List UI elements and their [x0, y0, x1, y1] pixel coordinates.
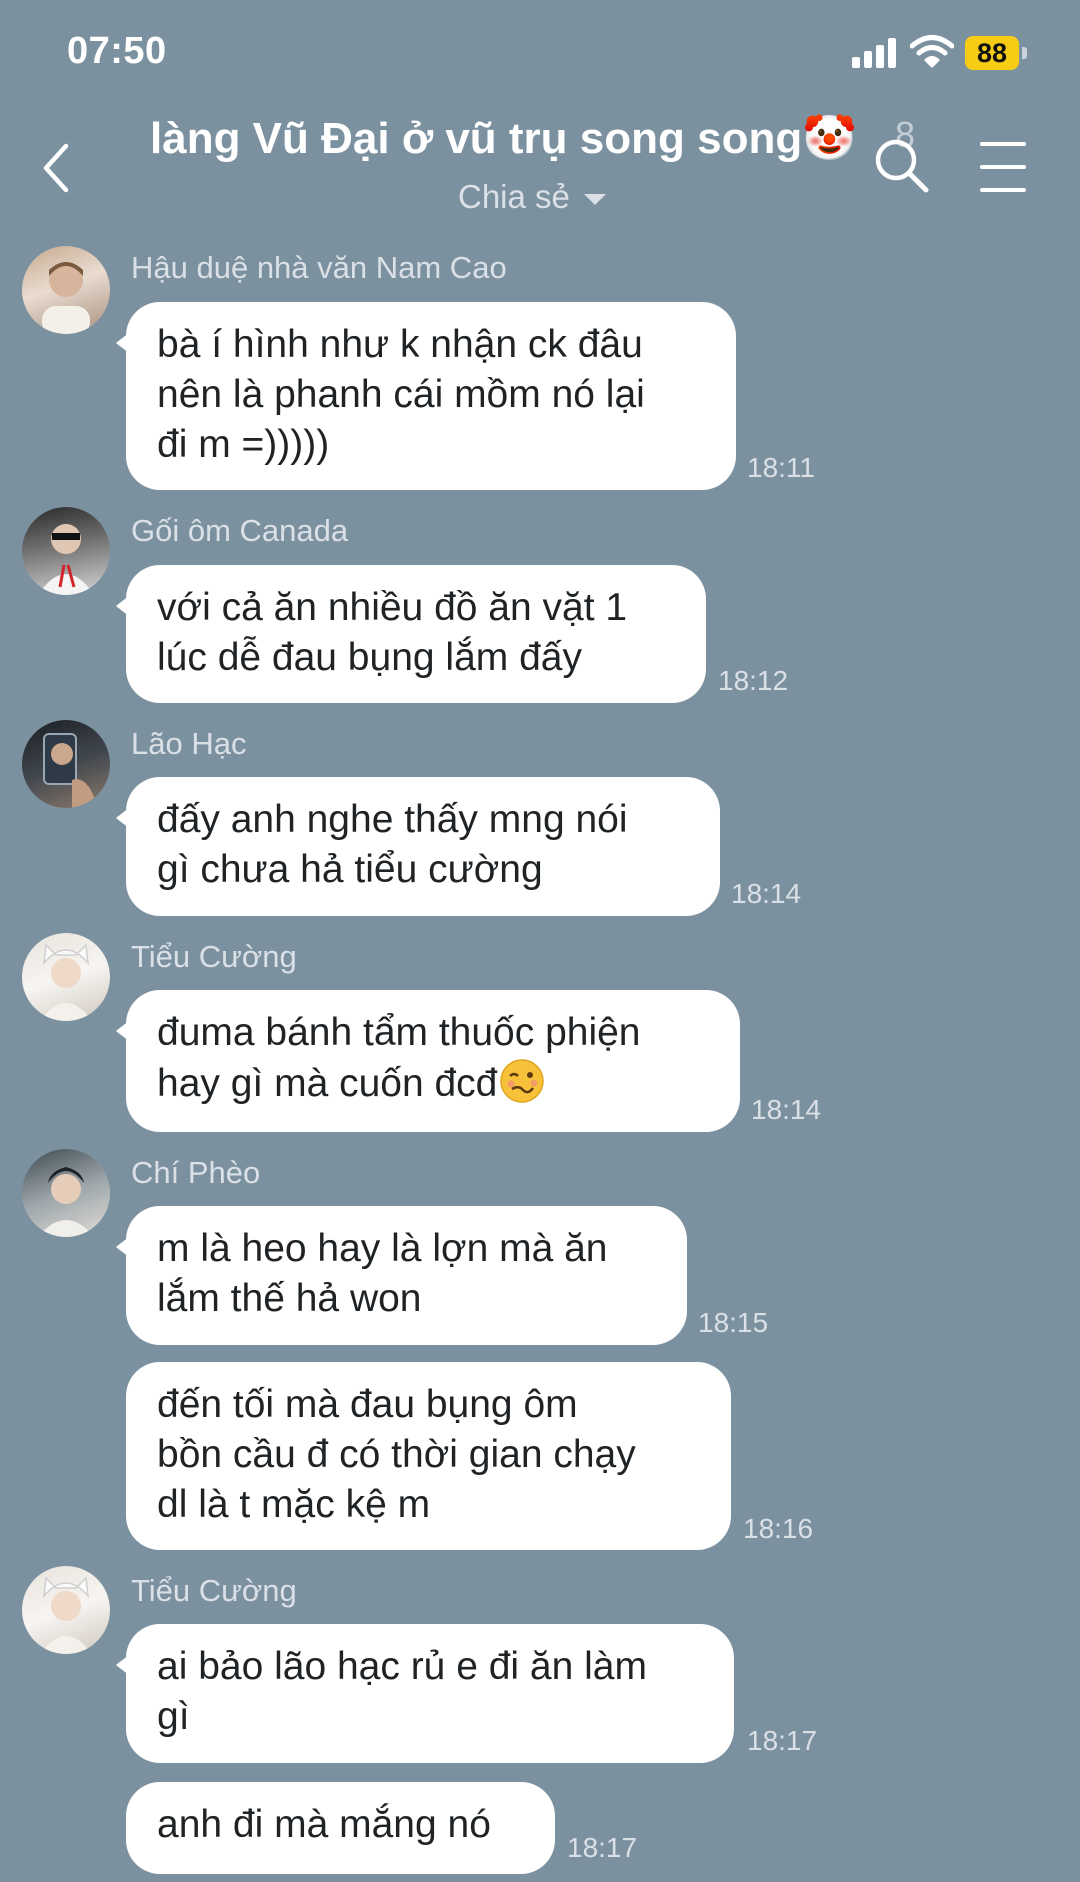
avatar[interactable] [22, 720, 110, 808]
sender-name: Tiểu Cường [131, 939, 297, 974]
message-bubble[interactable]: anh đi mà mắng nó [126, 1782, 555, 1874]
message-time: 18:17 [747, 1725, 818, 1756]
message-bubble[interactable]: với cả ăn nhiều đồ ăn vặt 1 lúc dễ đau b… [116, 565, 706, 703]
message-text: với cả ăn nhiều đồ ăn vặt 1 lúc dễ đau b… [157, 586, 628, 679]
message-time: 18:16 [743, 1513, 814, 1544]
message-bubble[interactable]: đuma bánh tẩm thuốc phiện hay gì mà cuốn… [116, 990, 740, 1132]
message-time: 18:14 [751, 1094, 822, 1125]
chat-title: làng Vũ Đại ở vũ trụ song song🤡 [150, 114, 857, 163]
avatar[interactable] [22, 1566, 110, 1654]
menu-icon[interactable] [980, 140, 1028, 194]
sender-name: Chí Phèo [131, 1155, 261, 1190]
message-time: 18:12 [718, 665, 789, 696]
wifi-icon [910, 35, 954, 68]
message-bubble[interactable]: bà í hình như k nhận ck đâu nên là phanh… [116, 302, 736, 490]
message-text: anh đi mà mắng nó [157, 1803, 491, 1846]
status-bar: 07:50 88 [0, 0, 1080, 100]
message-time: 18:17 [567, 1832, 638, 1863]
sender-name: Hậu duệ nhà văn Nam Cao [131, 250, 507, 285]
search-icon[interactable] [872, 136, 932, 196]
battery-level: 88 [976, 38, 1008, 68]
message-text: ai bảo lão hạc rủ e đi ăn làm gì [157, 1645, 647, 1738]
message-bubble[interactable]: m là heo hay là lợn mà ăn lắm thế hả won [116, 1206, 687, 1345]
message-bubble[interactable]: đến tối mà đau bụng ôm bồn cầu đ có thời… [126, 1362, 731, 1550]
message-text: đấy anh nghe thấy mng nói gì chưa hả tiể… [157, 798, 628, 891]
message-bubble[interactable]: đấy anh nghe thấy mng nói gì chưa hả tiể… [116, 777, 720, 916]
message-time: 18:15 [698, 1307, 769, 1338]
woozy-face-emoji-icon [500, 1059, 545, 1103]
message-time: 18:11 [747, 452, 815, 483]
battery-icon: 88 [965, 36, 1027, 70]
message-text: bà í hình như k nhận ck đâu nên là phanh… [157, 323, 645, 466]
sender-name: Lão Hạc [131, 726, 247, 761]
cellular-signal-icon [852, 38, 898, 68]
avatar[interactable] [22, 246, 110, 334]
message-text: m là heo hay là lợn mà ăn lắm thế hả won [157, 1227, 608, 1320]
status-time: 07:50 [67, 30, 167, 72]
message-text: đuma bánh tẩm thuốc phiện hay gì mà cuốn… [157, 1011, 641, 1105]
avatar[interactable] [22, 1149, 110, 1237]
avatar[interactable] [22, 933, 110, 1021]
caret-down-icon [583, 193, 606, 205]
message-time: 18:14 [731, 878, 802, 909]
share-dropdown[interactable]: Chia sẻ [458, 178, 606, 216]
chat-header[interactable]: làng Vũ Đại ở vũ trụ song song🤡 8 [150, 112, 930, 172]
share-label: Chia sẻ [458, 178, 570, 215]
message-bubble[interactable]: ai bảo lão hạc rủ e đi ăn làm gì [116, 1624, 734, 1763]
sender-name: Tiểu Cường [131, 1573, 297, 1608]
avatar[interactable] [22, 507, 110, 595]
sender-name: Gối ôm Canada [131, 513, 349, 548]
message-text: đến tối mà đau bụng ôm bồn cầu đ có thời… [157, 1383, 636, 1526]
back-chevron-icon[interactable] [38, 140, 78, 196]
